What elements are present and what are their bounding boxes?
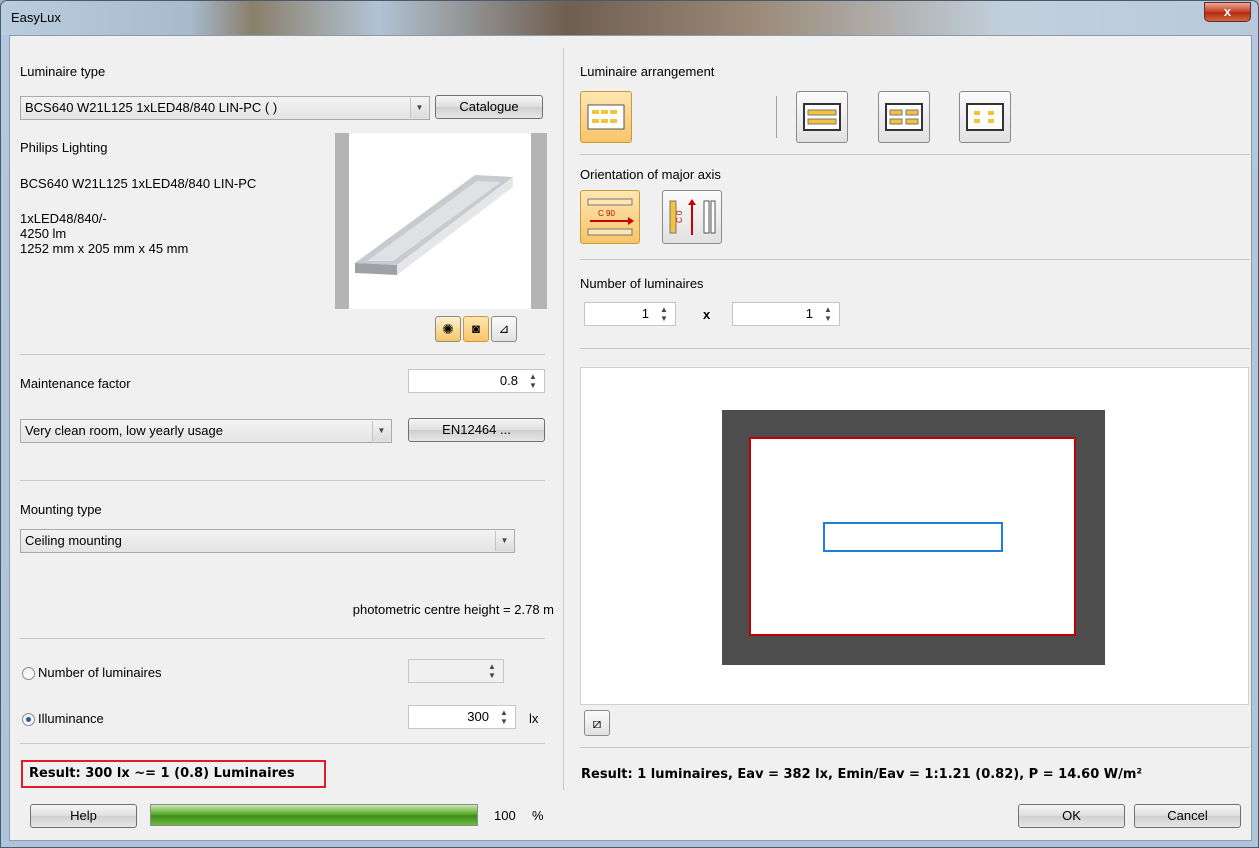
luminaires-y-value: 1 [805, 306, 813, 321]
arrangement-grid-icon [587, 104, 625, 130]
photometric-height-text: photometric centre height = 2.78 m [352, 602, 554, 617]
divider [580, 747, 1250, 748]
progress-bar [150, 804, 478, 826]
fit-view-icon[interactable]: ⧄ [584, 710, 610, 736]
c0-label: C 0 [675, 210, 684, 223]
manufacturer-text: Philips Lighting [20, 140, 108, 155]
spin-arrows-icon[interactable]: ▲ ▼ [483, 662, 501, 680]
ok-button[interactable]: OK [1018, 804, 1125, 828]
number-of-luminaires-radio[interactable] [22, 667, 35, 680]
progress-fill [151, 805, 477, 825]
progress-value: 100 [494, 808, 516, 823]
arrangement-rows-button[interactable] [878, 91, 930, 143]
divider [580, 348, 1250, 349]
result-left-box: Result: 300 lx ~= 1 (0.8) Luminaires [21, 760, 326, 788]
illuminance-unit: lx [529, 711, 539, 726]
spin-arrows-icon[interactable]: ▲ ▼ [495, 708, 513, 726]
orientation-label: Orientation of major axis [580, 167, 721, 182]
close-button[interactable]: x [1204, 2, 1251, 22]
result-right-text: Result: 1 luminaires, Eav = 382 lx, Emin… [581, 767, 1143, 782]
chevron-down-icon: ▼ [410, 98, 428, 118]
mounting-type-label: Mounting type [20, 502, 102, 517]
arrangement-divider [776, 96, 777, 138]
illuminance-radio[interactable] [22, 713, 35, 726]
camera-icon[interactable]: ◙ [463, 316, 489, 342]
number-of-luminaires-input[interactable]: ▲ ▼ [408, 659, 504, 683]
dialog-client-area: Luminaire type BCS640 W21L125 1xLED48/84… [9, 35, 1252, 841]
en12464-button[interactable]: EN12464 ... [408, 418, 545, 442]
panel-separator [563, 48, 564, 790]
cancel-button[interactable]: Cancel [1134, 804, 1241, 828]
illuminance-radio-label[interactable]: Illuminance [38, 711, 104, 726]
arrangement-spaced-button[interactable] [959, 91, 1011, 143]
arrangement-continuous-button[interactable] [796, 91, 848, 143]
chevron-down-icon: ▼ [372, 421, 390, 441]
help-button[interactable]: Help [30, 804, 137, 828]
room-condition-select[interactable]: Very clean room, low yearly usage ▼ [20, 419, 392, 443]
luminaire-name-text: BCS640 W21L125 1xLED48/840 LIN-PC [20, 176, 257, 191]
arrangement-rows-icon [885, 103, 923, 131]
luminaire-type-value: BCS640 W21L125 1xLED48/840 LIN-PC ( ) [25, 100, 278, 115]
luminaires-separator: x [703, 307, 711, 322]
divider [20, 743, 545, 744]
divider [20, 354, 545, 355]
dimensions-icon[interactable]: ⊿ [491, 316, 517, 342]
number-of-luminaires-radio-label[interactable]: Number of luminaires [38, 665, 162, 680]
luminaire-outline[interactable] [823, 522, 1003, 552]
mounting-type-value: Ceiling mounting [25, 533, 122, 548]
luminaires-y-input[interactable]: 1 ▲ ▼ [732, 302, 840, 326]
maintenance-factor-input[interactable]: 0.8 ▲ ▼ [408, 369, 545, 393]
arrangement-spaced-icon [966, 103, 1004, 131]
number-of-luminaires-label: Number of luminaires [580, 276, 704, 291]
title-bar[interactable]: EasyLux x [1, 1, 1258, 35]
maintenance-factor-value: 0.8 [499, 373, 518, 388]
room-condition-value: Very clean room, low yearly usage [25, 423, 223, 438]
luminaire-type-select[interactable]: BCS640 W21L125 1xLED48/840 LIN-PC ( ) ▼ [20, 96, 430, 120]
orientation-c0-button[interactable]: C 0 [662, 190, 722, 244]
mounting-type-select[interactable]: Ceiling mounting ▼ [20, 529, 515, 553]
arrangement-grid-button[interactable] [580, 91, 632, 143]
orientation-c90-button[interactable]: C 90 [580, 190, 640, 244]
c90-label: C 90 [598, 209, 615, 218]
c90-orientation-icon: C 90 [587, 198, 634, 236]
dimensions-text: 1252 mm x 205 mm x 45 mm [20, 241, 189, 256]
c0-orientation-icon: C 0 [669, 199, 716, 235]
illuminance-value: 300 [467, 709, 489, 724]
lamp-text: 1xLED48/840/- [20, 211, 107, 226]
arrangement-label: Luminaire arrangement [580, 64, 715, 79]
divider [580, 259, 1250, 260]
maintenance-factor-label: Maintenance factor [20, 376, 131, 391]
divider [20, 480, 545, 481]
luminaire-photo [335, 133, 547, 309]
easylux-window: EasyLux x Luminaire type BCS640 W21L125 … [0, 0, 1259, 848]
chevron-down-icon: ▼ [495, 531, 513, 551]
spin-arrows-icon[interactable]: ▲ ▼ [524, 372, 542, 390]
luminaires-x-input[interactable]: 1 ▲ ▼ [584, 302, 676, 326]
spin-arrows-icon[interactable]: ▲ ▼ [655, 305, 673, 323]
arrangement-continuous-icon [803, 103, 841, 131]
luminaire-type-label: Luminaire type [20, 64, 106, 79]
ldc-globe-icon[interactable]: ✺ [435, 316, 461, 342]
room-preview[interactable] [580, 367, 1249, 705]
illuminance-input[interactable]: 300 ▲ ▼ [408, 705, 516, 729]
divider [580, 154, 1250, 155]
window-title: EasyLux [11, 10, 61, 25]
progress-unit: % [532, 808, 544, 823]
luminaires-x-value: 1 [641, 306, 649, 321]
flux-text: 4250 lm [20, 226, 67, 241]
divider [20, 638, 545, 639]
spin-arrows-icon[interactable]: ▲ ▼ [819, 305, 837, 323]
catalogue-button[interactable]: Catalogue [435, 95, 543, 119]
